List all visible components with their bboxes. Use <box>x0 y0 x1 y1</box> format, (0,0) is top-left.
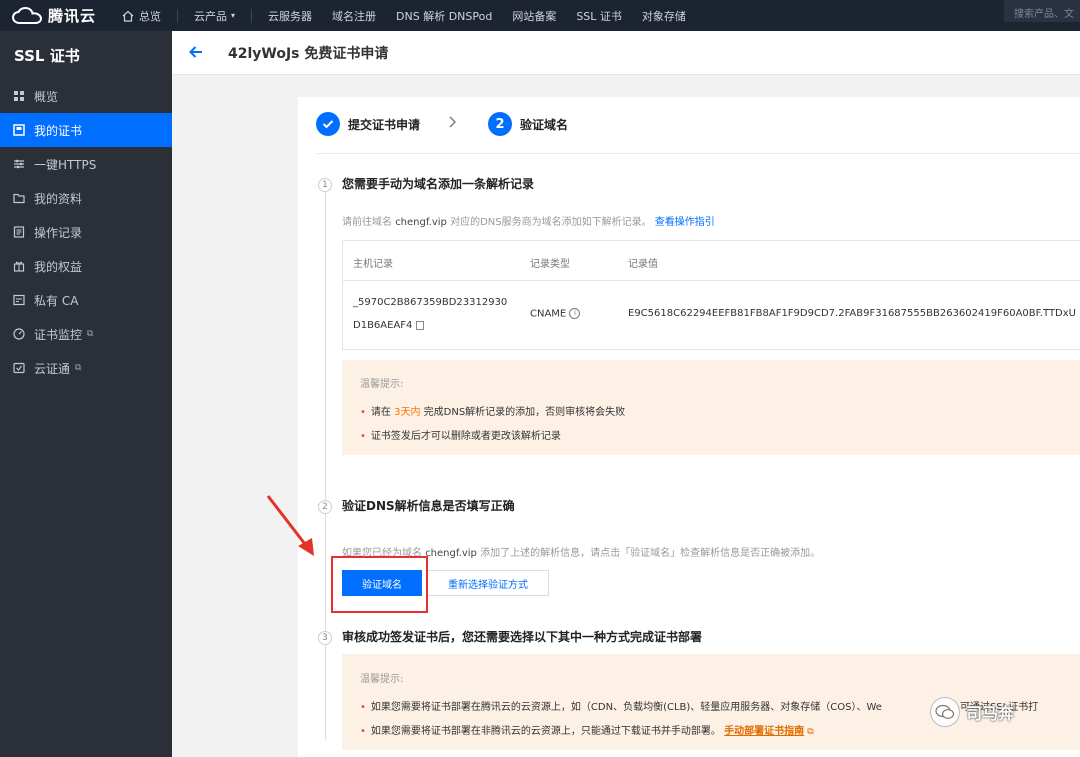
nav-ssl[interactable]: SSL 证书 <box>566 8 632 24</box>
watermark-text: 司马奔 <box>966 704 1015 723</box>
page-header: 42lyWoJs 免费证书申请 <box>172 31 1080 75</box>
brand-logo[interactable]: 腾讯云 <box>0 0 112 31</box>
col-type: 记录类型 <box>530 259 570 270</box>
nav-divider <box>251 8 253 23</box>
top-nav: 总览 云产品 ▾ 云服务器 域名注册 DNS 解析 DNSPod 网站备案 SSL… <box>112 0 696 31</box>
nav-dnspod[interactable]: DNS 解析 DNSPod <box>386 8 502 24</box>
section-number: 3 <box>318 631 332 645</box>
host-record-line2: D1B6AEAF4 <box>353 320 425 331</box>
folder-icon <box>12 191 26 205</box>
domain-name: chengf.vip <box>395 217 447 228</box>
step-verify-label: 验证域名 <box>520 117 569 132</box>
grid-icon <box>12 89 26 103</box>
domain-name: chengf.vip <box>425 548 477 559</box>
table-row: _5970C2B867359BD23312930 D1B6AEAF4 CNAME… <box>343 281 1080 350</box>
brand-name: 腾讯云 <box>48 7 97 25</box>
external-link-icon: ⧉ <box>75 363 82 373</box>
host-record-line1: _5970C2B867359BD23312930 <box>353 297 508 308</box>
monitor-icon <box>12 327 26 341</box>
tencent-cloud-icon <box>11 6 43 25</box>
reselect-method-button[interactable]: 重新选择验证方式 <box>427 570 549 596</box>
log-icon <box>12 225 26 239</box>
sidebar-item-my-profile[interactable]: 我的资料 <box>0 181 172 215</box>
record-value: E9C5618C62294EEFB81FB8AF1F9D9CD7.2FAB9F3… <box>628 308 1076 319</box>
gift-icon <box>12 259 26 273</box>
notice-bullet: • 请在 3天内 完成DNS解析记录的添加，否则审核将会失败 <box>360 407 626 418</box>
certificate-icon <box>12 123 26 137</box>
sidebar-item-cloud-cert[interactable]: 云证通 ⧉ <box>0 351 172 385</box>
sidebar-item-my-benefits[interactable]: 我的权益 <box>0 249 172 283</box>
divider <box>316 153 1080 154</box>
nav-products[interactable]: 云产品 ▾ <box>184 8 245 24</box>
nav-cvm[interactable]: 云服务器 <box>258 8 322 24</box>
section1-title: 您需要手动为域名添加一条解析记录 <box>342 177 535 191</box>
external-link-icon: ⧉ <box>87 329 94 339</box>
sidebar-item-certificate-monitor[interactable]: 证书监控 ⧉ <box>0 317 172 351</box>
bullet-dot: • <box>360 702 366 713</box>
back-arrow-icon[interactable] <box>188 44 206 62</box>
section3-title: 审核成功签发证书后，您还需要选择以下其中一种方式完成证书部署 <box>342 630 703 644</box>
watermark: 司马奔 <box>930 697 1014 727</box>
bullet-dot: • <box>360 726 366 737</box>
sliders-icon <box>12 157 26 171</box>
nav-divider <box>177 8 178 23</box>
col-host: 主机记录 <box>353 259 393 270</box>
application-card: 提交证书申请 2 验证域名 1 您需要手动为域名添加一条解析记录 请前往域名 c… <box>298 97 1080 757</box>
sidebar-item-overview[interactable]: 概览 <box>0 79 172 113</box>
top-navbar: 腾讯云 总览 云产品 ▾ 云服务器 域名注册 DNS 解析 DNSPod 网站备案… <box>0 0 1080 31</box>
step-number: 2 <box>488 112 513 136</box>
sidebar: SSL 证书 概览 我的证书 一键HTTPS 我的资料 操作记录 我的权益 私有… <box>0 31 172 757</box>
timeline-line <box>325 180 326 740</box>
section-number: 1 <box>318 178 332 192</box>
home-icon <box>122 10 134 22</box>
info-icon[interactable]: i <box>569 308 581 319</box>
nav-icp[interactable]: 网站备案 <box>502 8 566 24</box>
section2-title: 验证DNS解析信息是否填写正确 <box>342 499 515 513</box>
deadline-highlight: 3天内 <box>394 407 421 418</box>
notice-bullet: • 证书签发后才可以删除或者更改该解析记录 <box>360 431 561 442</box>
nav-domain[interactable]: 域名注册 <box>322 8 386 24</box>
page-title: 42lyWoJs 免费证书申请 <box>228 45 389 62</box>
col-value: 记录值 <box>628 259 658 270</box>
copy-icon[interactable] <box>416 320 425 330</box>
ca-icon <box>12 293 26 307</box>
notice-bullet: • 如果您需要将证书部署在非腾讯云的云资源上，只能通过下载证书并手动部署。 手动部… <box>360 726 814 737</box>
check-icon <box>316 112 340 136</box>
record-type: CNAME i <box>530 308 581 320</box>
step-submit-label: 提交证书申请 <box>348 117 421 132</box>
external-link-icon: ⧉ <box>807 727 814 737</box>
sidebar-item-operation-log[interactable]: 操作记录 <box>0 215 172 249</box>
table-header: 主机记录 记录类型 记录值 <box>343 241 1080 281</box>
operation-guide-link[interactable]: 查看操作指引 <box>655 217 715 228</box>
shield-icon <box>12 361 26 375</box>
chevron-right-icon <box>448 116 458 132</box>
sidebar-item-private-ca[interactable]: 私有 CA <box>0 283 172 317</box>
sidebar-item-my-certificates[interactable]: 我的证书 <box>0 113 172 147</box>
nav-cos[interactable]: 对象存储 <box>632 8 696 24</box>
highlight-box <box>331 556 428 613</box>
annotation-arrow-icon <box>266 495 314 556</box>
section1-desc: 请前往域名 chengf.vip 对应的DNS服务商为域名添加如下解析记录。 查… <box>342 217 715 228</box>
stepper: 提交证书申请 2 验证域名 <box>316 112 568 136</box>
sidebar-item-one-click-https[interactable]: 一键HTTPS <box>0 147 172 181</box>
notice-title: 温馨提示: <box>360 379 404 390</box>
notice-title: 温馨提示: <box>360 674 404 685</box>
dns-record-table: 主机记录 记录类型 记录值 _5970C2B867359BD23312930 D… <box>342 240 1080 350</box>
manual-deploy-guide-link[interactable]: 手动部署证书指南 <box>724 726 804 737</box>
notice-box: 温馨提示: • 请在 3天内 完成DNS解析记录的添加，否则审核将会失败 • 证书签… <box>342 360 1080 455</box>
sidebar-title: SSL 证书 <box>14 47 80 65</box>
search-input[interactable]: 搜索产品、文 <box>1004 0 1080 22</box>
nav-overview[interactable]: 总览 <box>112 8 171 24</box>
chevron-down-icon: ▾ <box>231 11 236 20</box>
bullet-dot: • <box>360 407 366 418</box>
bullet-dot: • <box>360 431 366 442</box>
wechat-icon <box>930 697 960 727</box>
